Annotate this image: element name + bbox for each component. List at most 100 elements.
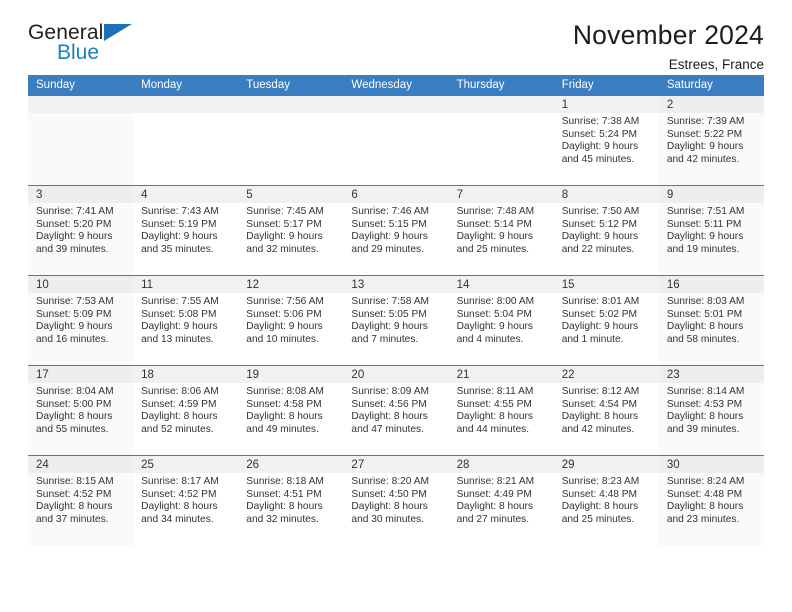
calendar-day-cell[interactable]: 6 Sunrise: 7:46 AM Sunset: 5:15 PM Daylight…	[343, 185, 449, 276]
day-details: Sunrise: 8:00 AM Sunset: 5:04 PM Daylight:…	[449, 293, 554, 346]
calendar-day-cell[interactable]: 4 Sunrise: 7:43 AM Sunset: 5:19 PM Daylight…	[133, 185, 239, 276]
day-cell-inner: 16 Sunrise: 8:03 AM Sunset: 5:01 PM Dayligh…	[658, 276, 764, 365]
calendar-day-cell[interactable]: 21 Sunrise: 8:11 AM Sunset: 4:55 PM Dayligh…	[448, 365, 554, 456]
calendar-week-row: 1 Sunrise: 7:38 AM Sunset: 5:24 PM Daylight…	[28, 95, 764, 186]
day-cell-inner: 15 Sunrise: 8:01 AM Sunset: 5:02 PM Dayligh…	[553, 276, 659, 365]
calendar-head: Sunday Monday Tuesday Wednesday Thursday…	[28, 75, 764, 96]
calendar-day-cell[interactable]: 2 Sunrise: 7:39 AM Sunset: 5:22 PM Daylight…	[658, 95, 764, 186]
day-details: Sunrise: 7:51 AM Sunset: 5:11 PM Daylight:…	[659, 203, 764, 256]
page-header: General Blue November 2024 Estrees, Fran…	[28, 0, 764, 72]
daylight-text-line1: Daylight: 8 hours	[561, 501, 639, 513]
weekday-header-thursday: Thursday	[448, 75, 554, 96]
daylight-text-line1: Daylight: 8 hours	[666, 411, 744, 423]
day-number: 21	[448, 366, 554, 383]
day-details: Sunrise: 8:11 AM Sunset: 4:55 PM Daylight:…	[449, 383, 554, 436]
calendar-day-cell[interactable]: 24 Sunrise: 8:15 AM Sunset: 4:52 PM Dayligh…	[28, 455, 134, 546]
sunset-text: Sunset: 5:24 PM	[561, 128, 638, 140]
daylight-text-line1: Daylight: 9 hours	[36, 231, 113, 243]
calendar-day-cell[interactable]: 28 Sunrise: 8:21 AM Sunset: 4:49 PM Dayligh…	[448, 455, 554, 546]
sunset-text: Sunset: 5:19 PM	[141, 218, 217, 230]
sunrise-text: Sunrise: 7:55 AM	[141, 296, 219, 307]
daylight-text-line2: and 45 minutes.	[561, 153, 635, 165]
day-details: Sunrise: 7:46 AM Sunset: 5:15 PM Daylight:…	[343, 203, 448, 256]
day-cell-inner: 27 Sunrise: 8:20 AM Sunset: 4:50 PM Dayligh…	[343, 456, 449, 546]
calendar-day-cell[interactable]: 14 Sunrise: 8:00 AM Sunset: 5:04 PM Dayligh…	[448, 275, 554, 366]
day-number: 17	[28, 366, 134, 383]
day-number: 7	[448, 186, 554, 203]
daylight-text-line1: Daylight: 8 hours	[666, 321, 744, 333]
daylight-text-line2: and 7 minutes.	[351, 333, 419, 345]
calendar-day-cell[interactable]: 29 Sunrise: 8:23 AM Sunset: 4:48 PM Dayligh…	[553, 455, 659, 546]
day-number: 25	[133, 456, 239, 473]
calendar-day-cell[interactable]: 11 Sunrise: 7:55 AM Sunset: 5:08 PM Dayligh…	[133, 275, 239, 366]
calendar-day-cell[interactable]: 26 Sunrise: 8:18 AM Sunset: 4:51 PM Dayligh…	[238, 455, 344, 546]
calendar-day-cell[interactable]: 3 Sunrise: 7:41 AM Sunset: 5:20 PM Daylight…	[28, 185, 134, 276]
daylight-text-line1: Daylight: 9 hours	[246, 321, 323, 333]
sunset-text: Sunset: 4:58 PM	[246, 398, 322, 410]
weekday-header-monday: Monday	[133, 75, 239, 96]
sunset-text: Sunset: 4:52 PM	[36, 488, 112, 500]
day-details: Sunrise: 7:53 AM Sunset: 5:09 PM Daylight:…	[28, 293, 133, 346]
day-details: Sunrise: 8:09 AM Sunset: 4:56 PM Daylight:…	[343, 383, 448, 436]
sunset-text: Sunset: 5:15 PM	[351, 218, 427, 230]
daylight-text-line1: Daylight: 9 hours	[351, 231, 428, 243]
sunset-text: Sunset: 4:49 PM	[456, 488, 532, 500]
daylight-text-line2: and 42 minutes.	[666, 153, 740, 165]
day-cell-inner	[343, 96, 449, 185]
title-block: November 2024 Estrees, France	[573, 21, 764, 73]
day-number: 10	[28, 276, 134, 293]
day-number: 8	[553, 186, 659, 203]
day-details: Sunrise: 7:38 AM Sunset: 5:24 PM Daylight:…	[554, 113, 659, 166]
calendar-day-cell[interactable]: 19 Sunrise: 8:08 AM Sunset: 4:58 PM Dayligh…	[238, 365, 344, 456]
daylight-text-line2: and 49 minutes.	[246, 423, 319, 435]
weekday-header-wednesday: Wednesday	[343, 75, 449, 96]
daylight-text-line1: Daylight: 8 hours	[246, 411, 323, 423]
daylight-text-line2: and 1 minute.	[561, 333, 624, 345]
calendar-day-cell[interactable]: 8 Sunrise: 7:50 AM Sunset: 5:12 PM Daylight…	[553, 185, 659, 276]
logo-triangle-icon	[104, 24, 132, 41]
daylight-text-line2: and 22 minutes.	[561, 243, 635, 255]
calendar-day-cell[interactable]: 7 Sunrise: 7:48 AM Sunset: 5:14 PM Daylight…	[448, 185, 554, 276]
calendar-table: Sunday Monday Tuesday Wednesday Thursday…	[28, 75, 764, 546]
calendar-day-cell[interactable]: 1 Sunrise: 7:38 AM Sunset: 5:24 PM Daylight…	[553, 95, 659, 186]
daylight-text-line1: Daylight: 8 hours	[36, 501, 113, 513]
calendar-day-cell[interactable]: 13 Sunrise: 7:58 AM Sunset: 5:05 PM Dayligh…	[343, 275, 449, 366]
daylight-text-line2: and 37 minutes.	[36, 513, 109, 525]
sunset-text: Sunset: 4:53 PM	[666, 398, 743, 410]
daylight-text-line1: Daylight: 9 hours	[456, 231, 534, 243]
calendar-day-cell[interactable]: 22 Sunrise: 8:12 AM Sunset: 4:54 PM Dayligh…	[553, 365, 659, 456]
daylight-text-line2: and 13 minutes.	[141, 333, 214, 345]
calendar-day-cell[interactable]: 17 Sunrise: 8:04 AM Sunset: 5:00 PM Dayligh…	[28, 365, 134, 456]
sunset-text: Sunset: 5:09 PM	[36, 308, 112, 320]
daylight-text-line1: Daylight: 9 hours	[351, 321, 428, 333]
daylight-text-line1: Daylight: 9 hours	[141, 231, 218, 243]
calendar-day-cell[interactable]: 9 Sunrise: 7:51 AM Sunset: 5:11 PM Daylight…	[658, 185, 764, 276]
calendar-day-cell[interactable]: 10 Sunrise: 7:53 AM Sunset: 5:09 PM Dayligh…	[28, 275, 134, 366]
day-cell-inner: 13 Sunrise: 7:58 AM Sunset: 5:05 PM Dayligh…	[343, 276, 449, 365]
calendar-day-cell[interactable]: 25 Sunrise: 8:17 AM Sunset: 4:52 PM Dayligh…	[133, 455, 239, 546]
daylight-text-line2: and 42 minutes.	[561, 423, 635, 435]
day-number	[448, 96, 554, 113]
daylight-text-line2: and 44 minutes.	[456, 423, 530, 435]
day-number: 2	[658, 96, 764, 113]
day-cell-inner: 11 Sunrise: 7:55 AM Sunset: 5:08 PM Dayligh…	[133, 276, 239, 365]
daylight-text-line2: and 10 minutes.	[246, 333, 319, 345]
calendar-day-cell[interactable]: 27 Sunrise: 8:20 AM Sunset: 4:50 PM Dayligh…	[343, 455, 449, 546]
calendar-day-cell[interactable]: 12 Sunrise: 7:56 AM Sunset: 5:06 PM Dayligh…	[238, 275, 344, 366]
sunrise-text: Sunrise: 8:01 AM	[561, 296, 640, 307]
sunrise-text: Sunrise: 8:14 AM	[666, 386, 745, 397]
calendar-day-cell[interactable]: 30 Sunrise: 8:24 AM Sunset: 4:48 PM Dayligh…	[658, 455, 764, 546]
day-cell-inner: 2 Sunrise: 7:39 AM Sunset: 5:22 PM Daylight…	[658, 96, 764, 185]
day-cell-inner: 19 Sunrise: 8:08 AM Sunset: 4:58 PM Dayligh…	[238, 366, 344, 455]
calendar-day-cell[interactable]: 18 Sunrise: 8:06 AM Sunset: 4:59 PM Dayligh…	[133, 365, 239, 456]
calendar-day-cell[interactable]: 16 Sunrise: 8:03 AM Sunset: 5:01 PM Dayligh…	[658, 275, 764, 366]
calendar-day-cell[interactable]: 23 Sunrise: 8:14 AM Sunset: 4:53 PM Dayligh…	[658, 365, 764, 456]
calendar-day-cell[interactable]: 20 Sunrise: 8:09 AM Sunset: 4:56 PM Dayligh…	[343, 365, 449, 456]
calendar-day-cell[interactable]: 5 Sunrise: 7:45 AM Sunset: 5:17 PM Daylight…	[238, 185, 344, 276]
day-number: 30	[658, 456, 764, 473]
day-details: Sunrise: 8:18 AM Sunset: 4:51 PM Daylight:…	[238, 473, 343, 526]
day-cell-inner: 17 Sunrise: 8:04 AM Sunset: 5:00 PM Dayligh…	[28, 366, 134, 455]
calendar-day-cell[interactable]: 15 Sunrise: 8:01 AM Sunset: 5:02 PM Dayligh…	[553, 275, 659, 366]
daylight-text-line1: Daylight: 8 hours	[351, 501, 428, 513]
day-number: 22	[553, 366, 659, 383]
